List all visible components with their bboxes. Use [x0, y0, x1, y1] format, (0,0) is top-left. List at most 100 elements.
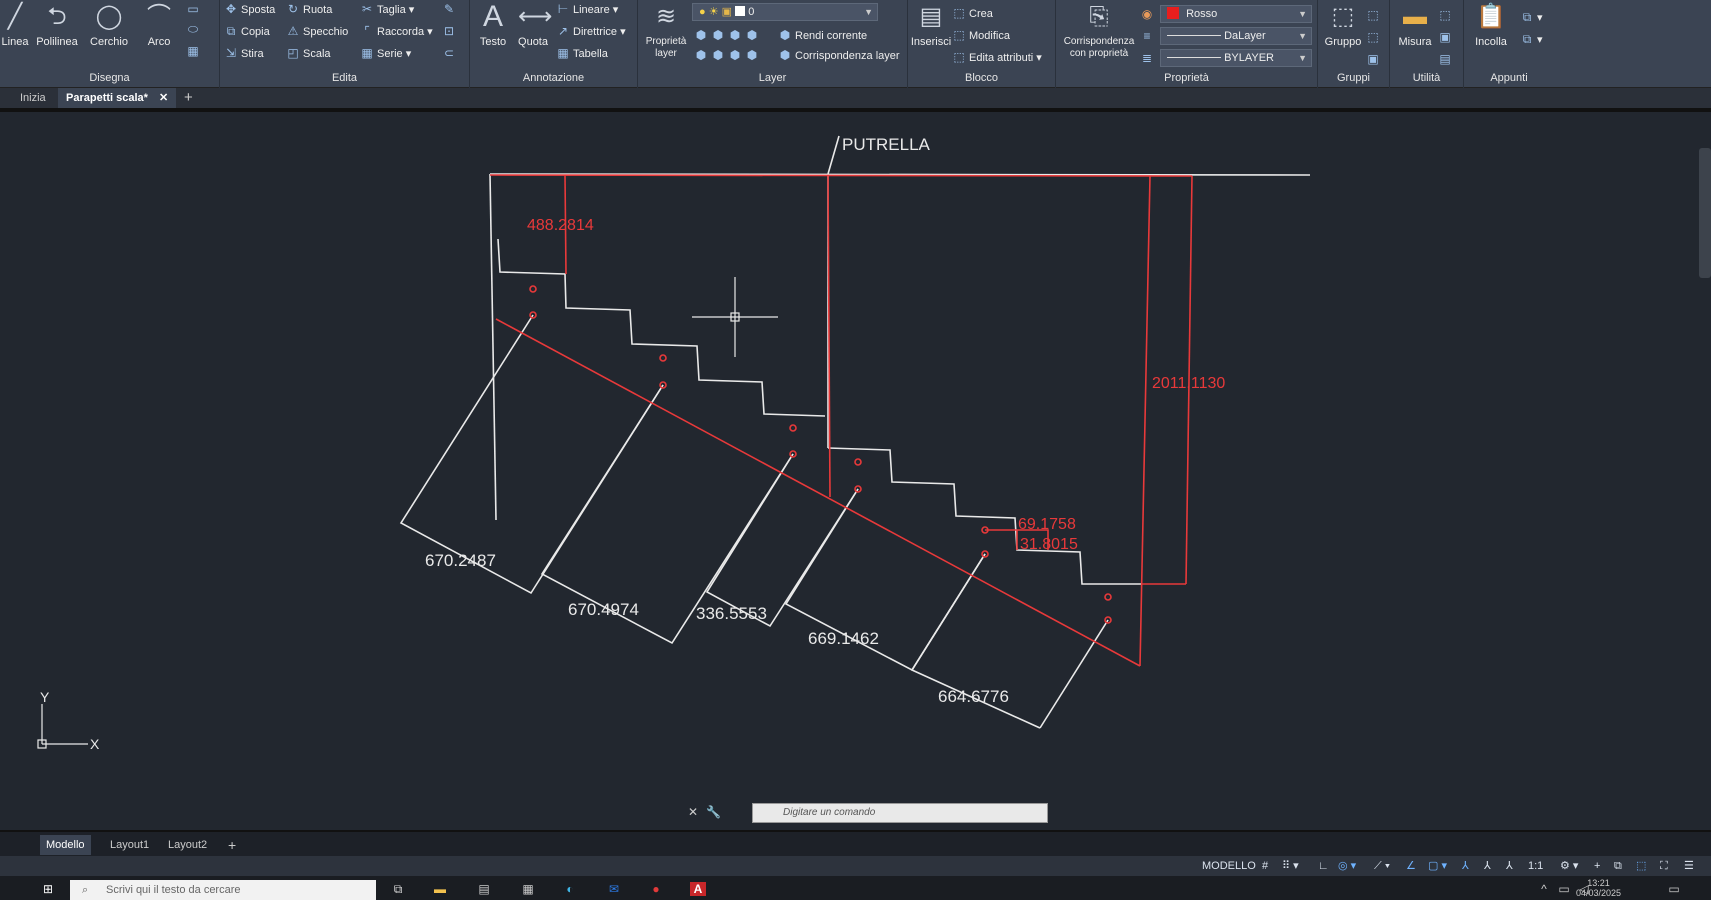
incolla-button[interactable]: 📋 Incolla	[1468, 2, 1514, 48]
isodraft-icon[interactable]: ⟋ ▾	[1374, 858, 1390, 874]
linetype-button[interactable]: ≡	[1140, 27, 1157, 45]
layer-dropdown[interactable]: ● ☀ ▣ 0 ▼	[692, 3, 878, 21]
notification-icon[interactable]: ▭	[1666, 882, 1682, 896]
taglia-tool[interactable]: ✂ Taglia ▾	[360, 0, 414, 18]
lineare-tool[interactable]: ⊢ Lineare ▾	[556, 0, 619, 18]
panel-title[interactable]: Disegna	[0, 72, 219, 84]
close-icon[interactable]: ✕	[688, 805, 698, 819]
annotation-scale-value[interactable]: 1:1	[1528, 858, 1543, 874]
tab-layout1[interactable]: Layout1	[104, 835, 155, 855]
layer-tools-row1[interactable]: ⬢ ⬢ ⬢ ⬢	[694, 26, 762, 44]
ortho-icon[interactable]: ∟	[1318, 858, 1329, 874]
lineweight-button[interactable]: ≣	[1140, 49, 1157, 67]
color-wheel-button[interactable]: ◉	[1140, 5, 1157, 23]
taskbar-search-input[interactable]: ⌕ Scrivi qui il testo da cercare	[70, 880, 376, 900]
direttrice-tool[interactable]: ↗ Direttrice ▾	[556, 22, 626, 40]
panel-title[interactable]: Blocco	[908, 72, 1055, 84]
select-all-button[interactable]: ▣	[1438, 28, 1455, 46]
linetype-dropdown[interactable]: DaLayer ▼	[1160, 27, 1312, 45]
crea-button[interactable]: ⬚ Crea	[952, 4, 993, 22]
lineweight-dropdown[interactable]: BYLAYER ▼	[1160, 49, 1312, 67]
edita-attributi-button[interactable]: ⬚ Edita attributi ▾	[952, 48, 1041, 66]
panel-title[interactable]: Gruppi	[1318, 72, 1389, 84]
annotation-scale-icon[interactable]: ⅄	[1506, 858, 1513, 874]
plus-icon[interactable]: +	[1594, 858, 1600, 874]
wrench-icon[interactable]: 🔧	[706, 805, 721, 819]
tab-parapetti-scala[interactable]: Parapetti scala* ✕	[58, 88, 177, 108]
panel-title[interactable]: Proprietà	[1056, 72, 1317, 84]
modifica-button[interactable]: ⬚ Modifica	[952, 26, 1010, 44]
linea-tool[interactable]: ╱ Linea	[0, 2, 38, 48]
ellipse-tool[interactable]: ⬭	[186, 20, 203, 38]
offset-tool[interactable]: ⊂	[442, 44, 459, 62]
tab-layout2[interactable]: Layout2	[162, 835, 213, 855]
command-input[interactable]: Digitare un comando	[752, 803, 1048, 823]
autoscale-icon[interactable]: ⅄	[1484, 858, 1491, 874]
grid-icon[interactable]: #	[1262, 858, 1268, 874]
isolate-objects-icon[interactable]: ⬚	[1636, 858, 1646, 874]
panel-title[interactable]: Annotazione	[470, 72, 637, 84]
cerchio-tool[interactable]: ◯ Cerchio	[86, 2, 132, 48]
model-space-button[interactable]: MODELLO	[1202, 858, 1256, 874]
quota-tool[interactable]: ⟷ Quota	[510, 2, 556, 48]
panel-title[interactable]: Edita	[220, 72, 469, 84]
raccorda-tool[interactable]: ⌜ Raccorda ▾	[360, 22, 432, 40]
corrispondenza-proprieta-button[interactable]: ⎘ Corrispondenza con proprietà	[1058, 2, 1140, 60]
ruota-tool[interactable]: ↻ Ruota	[286, 0, 332, 18]
gruppo-button[interactable]: ⬚ Gruppo	[1320, 2, 1366, 48]
taskbar-clock[interactable]: 13:21 04/03/2025	[1576, 878, 1621, 898]
copia-tool[interactable]: ⧉ Copia	[224, 22, 270, 40]
cut-button[interactable]: ⧉ ▾	[1520, 30, 1543, 48]
calculator-button[interactable]: ▤	[1438, 50, 1455, 68]
add-layout-button[interactable]: +	[222, 835, 242, 855]
app-red-icon[interactable]: ●	[648, 882, 664, 896]
copy-clip-button[interactable]: ⧉ ▾	[1520, 8, 1543, 26]
calculator-app-icon[interactable]: ▦	[520, 882, 536, 896]
outlook-icon[interactable]: ✉	[606, 882, 622, 896]
annotation-visibility-icon[interactable]: ⅄	[1462, 858, 1469, 874]
tab-inizia[interactable]: Inizia	[12, 88, 54, 108]
group-edit-button[interactable]: ⬚	[1366, 28, 1383, 46]
sposta-tool[interactable]: ✥ Sposta	[224, 0, 275, 18]
specchio-tool[interactable]: ⚠ Specchio	[286, 22, 349, 40]
osnap-tracking-icon[interactable]: ∠	[1406, 858, 1416, 874]
inserisci-button[interactable]: ▤ Inserisci	[908, 2, 954, 48]
edge-browser-icon[interactable]: ◐	[562, 882, 578, 896]
arco-tool[interactable]: ⌒ Arco	[136, 2, 182, 48]
polar-icon[interactable]: ◎ ▾	[1338, 858, 1356, 874]
layer-tools-row2[interactable]: ⬢ ⬢ ⬢ ⬢	[694, 46, 762, 64]
ungroup-button[interactable]: ⬚	[1366, 6, 1383, 24]
task-view-icon[interactable]: ⧉	[390, 882, 406, 896]
erase-tool[interactable]: ✎	[442, 0, 459, 18]
stira-tool[interactable]: ⇲ Stira	[224, 44, 264, 62]
hardware-accel-icon[interactable]: ⧉	[1614, 858, 1622, 874]
osnap-icon[interactable]: ▢ ▾	[1428, 858, 1447, 874]
tray-chevron-icon[interactable]: ^	[1536, 882, 1552, 896]
rendi-corrente-button[interactable]: ⬢ Rendi corrente	[778, 26, 867, 44]
group-select-button[interactable]: ▣	[1366, 50, 1383, 68]
panel-title[interactable]: Utilità	[1390, 72, 1463, 84]
notepad-icon[interactable]: ▤	[476, 882, 492, 896]
windows-start-icon[interactable]: ⊞	[40, 882, 56, 896]
color-dropdown[interactable]: Rosso ▼	[1160, 5, 1312, 23]
file-explorer-icon[interactable]: ▬	[432, 882, 448, 896]
vertical-scrollbar[interactable]	[1699, 148, 1711, 278]
autocad-icon[interactable]: A	[690, 882, 706, 896]
hatch-tool[interactable]: ▦	[186, 42, 203, 60]
gear-icon[interactable]: ⚙ ▾	[1560, 858, 1578, 874]
corrispondenza-layer-button[interactable]: ⬢ Corrispondenza layer	[778, 46, 900, 64]
drawing-canvas[interactable]: PUTRELLA 488.2814 2011.1130 69.1758 31.8…	[0, 112, 1711, 830]
quick-select-button[interactable]: ⬚	[1438, 6, 1455, 24]
rectangle-tool[interactable]: ▭	[186, 0, 203, 18]
panel-title[interactable]: Layer	[638, 72, 907, 84]
menu-icon[interactable]: ☰	[1684, 858, 1694, 874]
proprieta-layer-button[interactable]: ≋ Proprietà layer	[640, 2, 692, 60]
new-tab-button[interactable]: +	[176, 88, 201, 108]
explode-tool[interactable]: ⊡	[442, 22, 459, 40]
misura-button[interactable]: ▬ Misura	[1392, 2, 1438, 48]
snap-icon[interactable]: ⠿ ▾	[1282, 858, 1299, 874]
tabella-tool[interactable]: ▦ Tabella	[556, 44, 608, 62]
fullscreen-icon[interactable]: ⛶	[1660, 858, 1668, 874]
tab-modello[interactable]: Modello	[40, 835, 91, 855]
close-icon[interactable]: ✕	[159, 92, 168, 104]
